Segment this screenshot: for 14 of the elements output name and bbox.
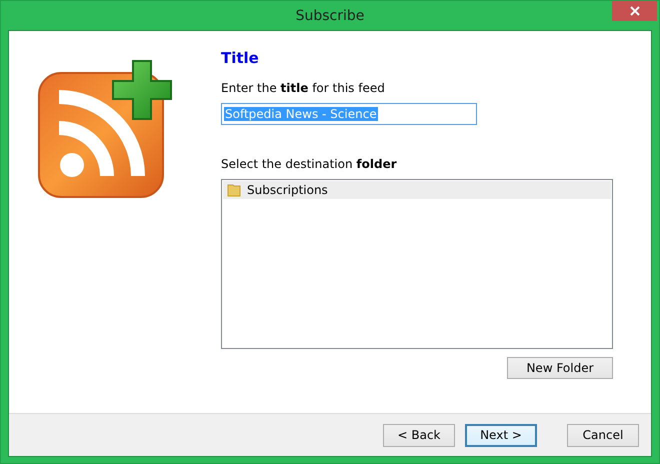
field-label: Enter the title for this feed <box>221 81 386 95</box>
input-value: Softpedia News - Science <box>224 107 378 121</box>
field-label: Select the destination folder <box>221 157 398 171</box>
wizard-button[interactable]: < Back <box>383 424 455 446</box>
page-heading: Title <box>221 49 260 67</box>
folder-tree[interactable]: Subscriptions <box>221 179 613 349</box>
close-button[interactable] <box>612 1 657 21</box>
close-icon <box>630 6 640 16</box>
tree-item[interactable]: Subscriptions <box>223 181 611 199</box>
wizard-button[interactable]: Next > <box>465 424 537 446</box>
window-title: Subscribe <box>296 8 364 24</box>
folder-icon <box>227 183 241 197</box>
new-folder-button[interactable]: New Folder <box>507 357 613 379</box>
wizard-button[interactable]: Cancel <box>567 424 639 446</box>
